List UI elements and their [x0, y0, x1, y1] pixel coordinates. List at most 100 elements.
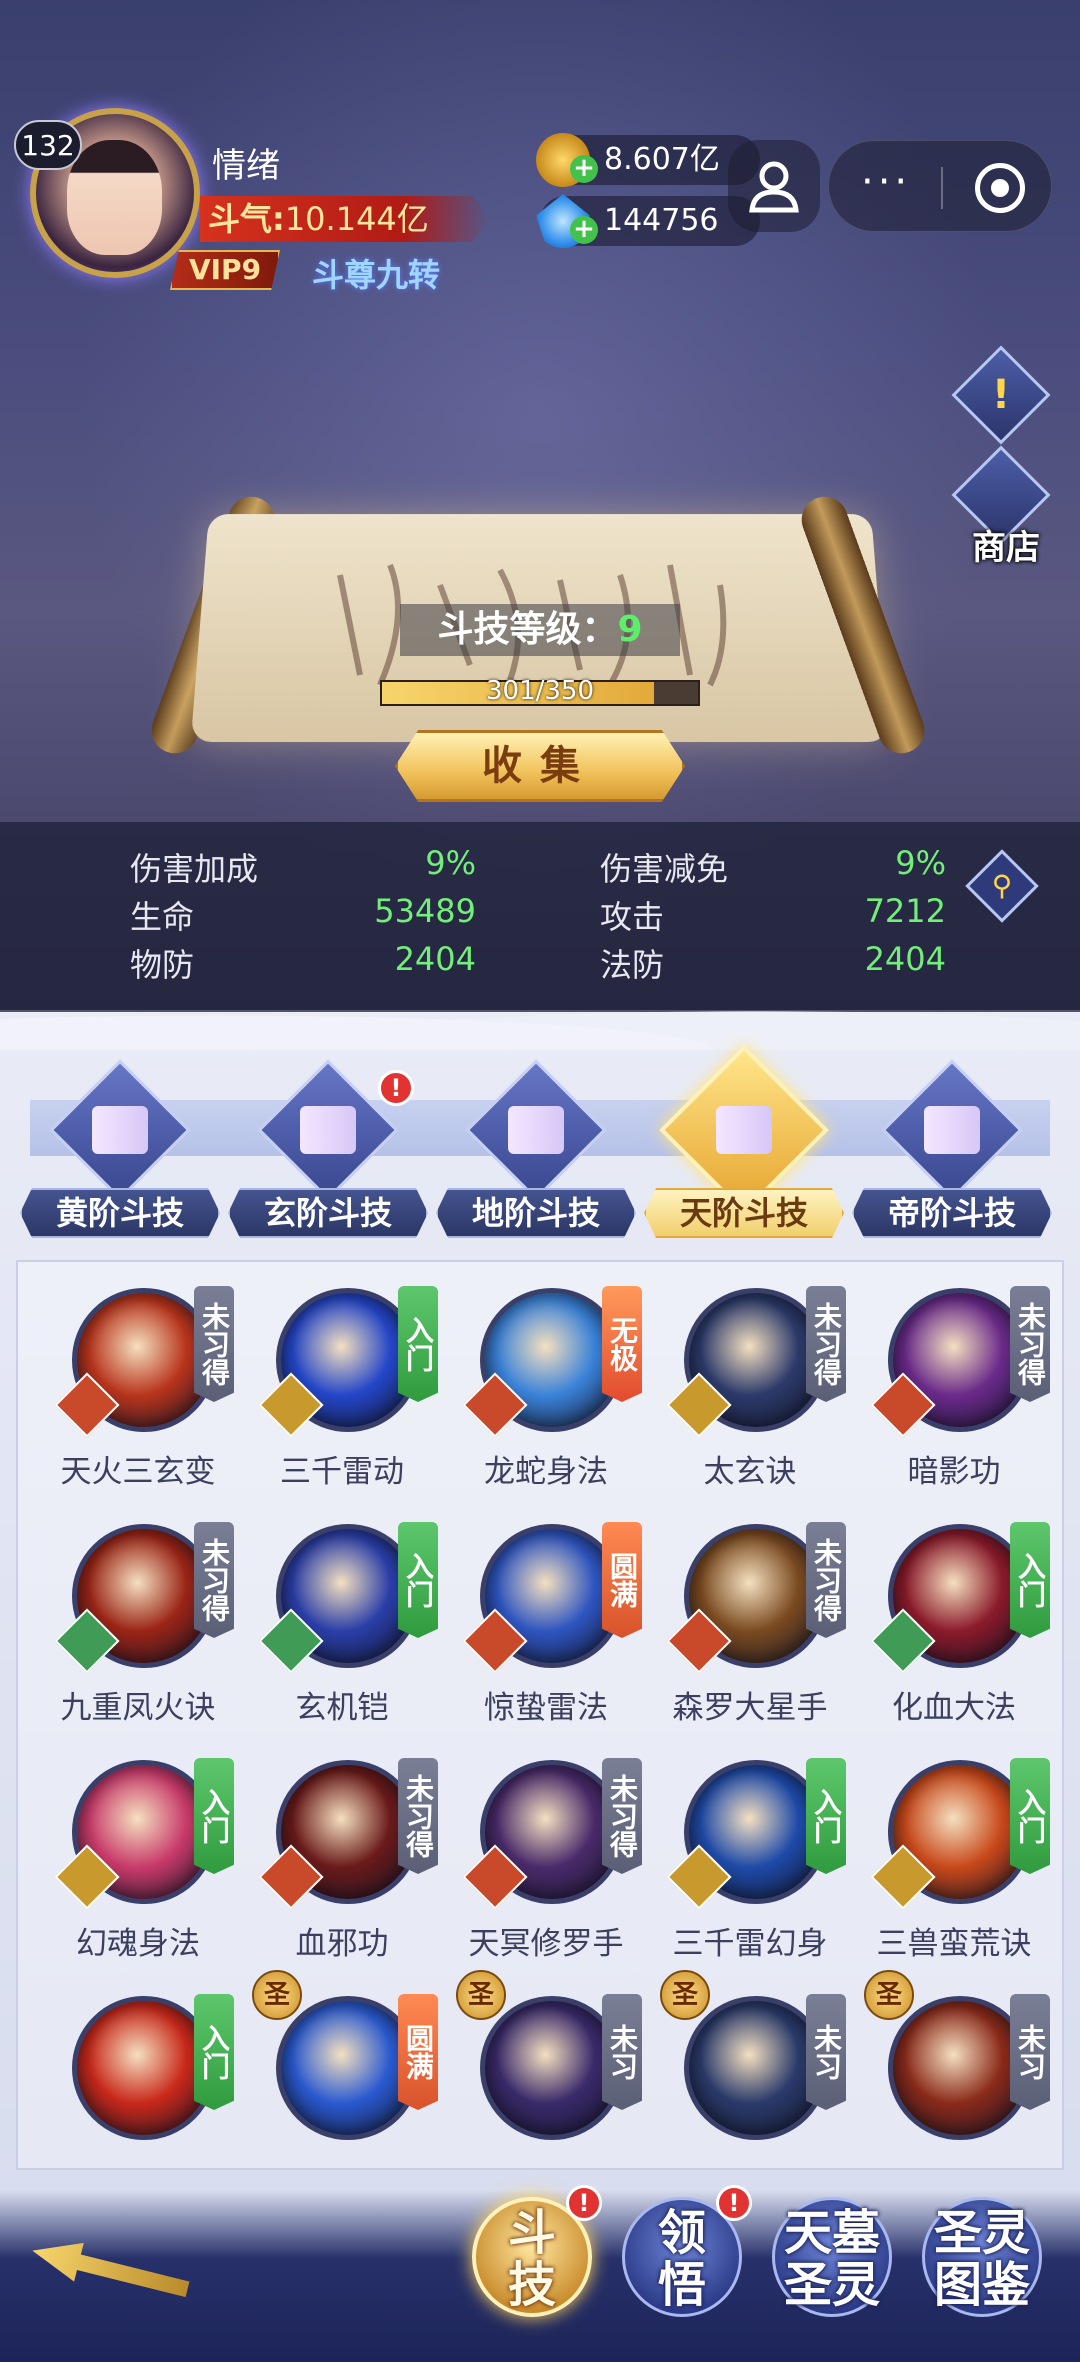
skill-card[interactable]: 未习 圣 — [446, 1970, 646, 2168]
book-icon — [508, 1106, 564, 1154]
stat-value: 9% — [425, 844, 476, 882]
add-coin-icon[interactable]: + — [570, 155, 598, 183]
tab-2[interactable]: 玄阶斗技! — [228, 1059, 428, 1240]
skill-card[interactable]: 入门三千雷动 — [242, 1262, 442, 1498]
skill-card[interactable]: 未习 圣 — [854, 1970, 1054, 2168]
coin-counter[interactable]: + 8.607亿 — [536, 133, 760, 187]
skill-card[interactable]: 圆满 圣 — [242, 1970, 442, 2168]
skill-card[interactable]: 未习得天冥修罗手 — [446, 1734, 646, 1970]
skill-card[interactable]: 入门 幻魂身法 — [38, 1734, 238, 1970]
cloud-decoration — [0, 990, 1080, 1050]
skill-grid: 未习得 天火三玄变 入门 三千雷动 无极 龙蛇身法 未习得 太玄诀 未习得 暗影功 未习得 九重凤火诀… — [16, 1260, 1064, 2170]
skill-name: 血邪功 — [295, 1926, 389, 1962]
nav-button-2[interactable]: 领悟! — [612, 2185, 752, 2335]
user-icon — [749, 161, 799, 213]
nav-label: 圣灵 图鉴 — [933, 2205, 1030, 2313]
skill-card[interactable]: 入门三千雷幻身 — [650, 1734, 850, 1970]
skill-card[interactable]: 未习得 天火三玄变 — [38, 1262, 238, 1498]
shop-label: 商店 — [972, 528, 1040, 568]
skill-name: 天冥修罗手 — [468, 1926, 624, 1962]
mastery-tag: 入门 — [806, 1758, 846, 1874]
nav-button-4[interactable]: 圣灵 图鉴 — [912, 2185, 1052, 2335]
stat-label: 物防 — [130, 946, 195, 984]
skill-name: 暗影功 — [907, 1454, 1001, 1490]
player-name: 情绪 — [212, 146, 280, 186]
coin-value: 8.607亿 — [604, 142, 720, 177]
tab-label: 天阶斗技 — [644, 1188, 844, 1238]
mastery-tag: 入门 — [1010, 1758, 1050, 1874]
skill-name: 玄机铠 — [295, 1690, 389, 1726]
alert-badge: ! — [566, 2185, 602, 2221]
skill-card[interactable]: 入门 — [38, 1970, 238, 2168]
skill-name: 森罗大星手 — [672, 1690, 828, 1726]
skill-card[interactable]: 未习得血邪功 — [242, 1734, 442, 1970]
mastery-tag: 入门 — [194, 1758, 234, 1874]
mastery-tag: 未习得 — [1010, 1286, 1050, 1402]
tab-3[interactable]: 地阶斗技 — [436, 1059, 636, 1240]
alert-badge: ! — [716, 2185, 752, 2221]
mastery-tag: 未习得 — [194, 1522, 234, 1638]
alert-badge: ! — [378, 1070, 414, 1106]
book-icon — [924, 1106, 980, 1154]
skill-name: 龙蛇身法 — [484, 1454, 608, 1490]
magnifier-icon: ⚲ — [991, 869, 1013, 902]
add-gem-icon[interactable]: + — [570, 216, 598, 244]
gem-counter[interactable]: + 144756 — [536, 194, 760, 248]
capsule-divider — [941, 167, 943, 209]
skill-card[interactable]: 入门 三兽蛮荒诀 — [854, 1734, 1054, 1970]
avatar-portrait — [67, 140, 162, 255]
more-menu-icon[interactable]: ··· — [861, 159, 911, 205]
stat-value: 7212 — [864, 892, 946, 930]
tab-label: 黄阶斗技 — [20, 1188, 220, 1238]
tab-label: 地阶斗技 — [436, 1188, 636, 1238]
mastery-tag: 未习 — [602, 1994, 642, 2110]
skill-card[interactable]: 圆满 惊蛰雷法 — [446, 1498, 646, 1734]
skill-name: 三千雷动 — [280, 1454, 404, 1490]
nav-button-3[interactable]: 天墓 圣灵 — [762, 2185, 902, 2335]
stat-value: 53489 — [374, 892, 476, 930]
stat-label: 伤害减免 — [600, 850, 729, 888]
skill-card[interactable]: 未习得 九重凤火诀 — [38, 1498, 238, 1734]
skill-card[interactable]: 入门玄机铠 — [242, 1498, 442, 1734]
stat-label: 伤害加成 — [130, 850, 259, 888]
vip-badge[interactable]: VIP9 — [170, 250, 280, 290]
power-value: 10.144亿 — [284, 200, 429, 238]
tab-4[interactable]: 天阶斗技 — [644, 1045, 844, 1240]
mini-program-capsule: ··· — [828, 140, 1052, 232]
skill-name: 天火三玄变 — [60, 1454, 216, 1490]
skill-card[interactable]: 无极龙蛇身法 — [446, 1262, 646, 1498]
gem-value: 144756 — [604, 203, 719, 238]
skill-card[interactable]: 未习得暗影功 — [854, 1262, 1054, 1498]
mastery-tag: 未习得 — [602, 1758, 642, 1874]
skill-level-value: 9 — [617, 609, 643, 650]
skill-card[interactable]: 未习得 太玄诀 — [650, 1262, 850, 1498]
power-bar: 斗气:10.144亿 — [200, 196, 490, 242]
skill-level-display: 斗技等级：9 — [400, 604, 680, 656]
player-level-badge: 132 — [14, 120, 82, 170]
saint-badge: 圣 — [660, 1970, 710, 2020]
book-icon — [300, 1106, 356, 1154]
mastery-tag: 入门 — [398, 1286, 438, 1402]
skill-name: 三千雷幻身 — [672, 1926, 828, 1962]
rank-title: 斗尊九转 — [312, 256, 441, 294]
nav-button-1[interactable]: 斗技! — [462, 2185, 602, 2335]
tab-5[interactable]: 帝阶斗技 — [852, 1059, 1052, 1240]
skill-name: 太玄诀 — [703, 1454, 797, 1490]
mastery-tag: 无极 — [602, 1286, 642, 1402]
skill-card[interactable]: 入门 化血大法 — [854, 1498, 1054, 1734]
tab-1[interactable]: 黄阶斗技 — [20, 1059, 220, 1240]
tab-label: 玄阶斗技 — [228, 1188, 428, 1238]
collect-button[interactable]: 收集 — [395, 730, 685, 802]
mastery-tag: 入门 — [194, 1994, 234, 2110]
stat-value: 9% — [895, 844, 946, 882]
user-profile-button[interactable] — [728, 140, 820, 232]
mastery-tag: 圆满 — [398, 1994, 438, 2110]
skill-card[interactable]: 未习 圣 — [650, 1970, 850, 2168]
exclamation-icon: ! — [991, 372, 1011, 418]
skill-card[interactable]: 未习得 森罗大星手 — [650, 1498, 850, 1734]
stats-panel: 伤害加成 9% 伤害减免 9% 生命 53489 攻击 7212 物防 2404… — [0, 822, 1080, 1012]
close-target-icon[interactable] — [975, 163, 1025, 213]
mastery-tag: 入门 — [398, 1522, 438, 1638]
mastery-tag: 未习得 — [398, 1758, 438, 1874]
skill-name: 惊蛰雷法 — [484, 1690, 608, 1726]
